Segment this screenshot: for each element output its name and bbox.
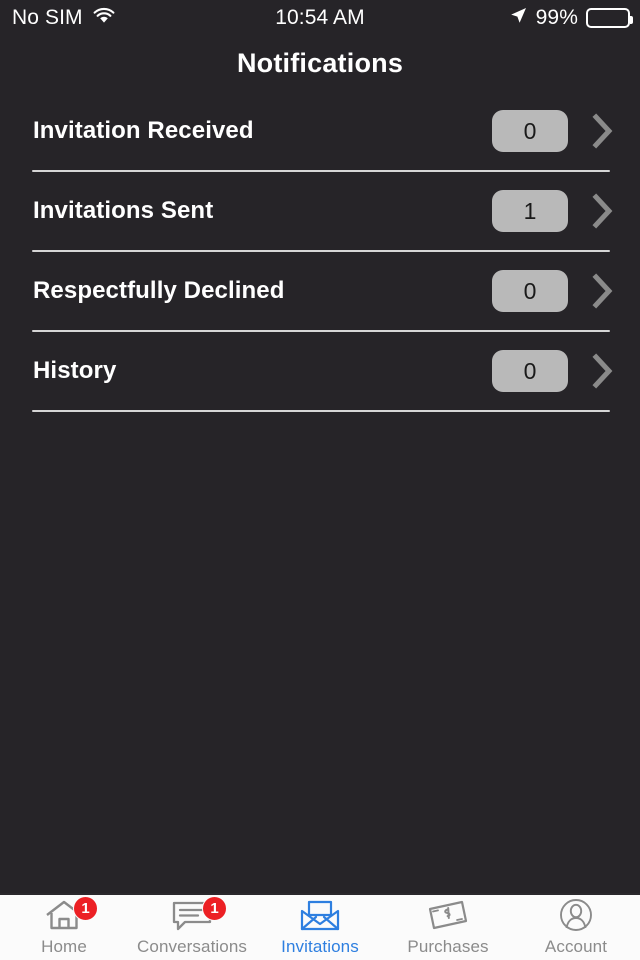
count-badge: 0 — [492, 110, 568, 152]
list-row-invitations-sent[interactable]: Invitations Sent 1 — [0, 172, 640, 250]
count-badge: 0 — [492, 350, 568, 392]
row-divider — [32, 410, 610, 412]
bottom-tab-bar: 1 Home 1 Conversations Invitations Purch… — [0, 893, 640, 960]
list-row-invitation-received[interactable]: Invitation Received 0 — [0, 92, 640, 170]
tab-account-label: Account — [544, 937, 608, 956]
tab-conversations-label: Conversations — [137, 937, 247, 956]
chevron-right-icon[interactable] — [590, 192, 616, 230]
page-title: Notifications — [236, 48, 404, 78]
chevron-right-icon[interactable] — [590, 112, 616, 150]
app-screen: No SIM 10:54 AM 99% Notifications Invita… — [0, 0, 640, 960]
tab-purchases-label: Purchases — [407, 937, 489, 956]
status-bar-right: 99% — [509, 6, 633, 30]
list-row-history[interactable]: History 0 — [0, 332, 640, 410]
list-row-label: Respectfully Declined — [33, 277, 285, 304]
list-row-label: Invitation Received — [33, 117, 254, 144]
battery-icon — [586, 8, 633, 28]
list-row-label: Invitations Sent — [33, 197, 214, 224]
tab-invitations-icon-wrap — [299, 900, 341, 934]
person-circle-icon — [558, 898, 594, 937]
count-badge: 1 — [492, 190, 568, 232]
tab-home-label: Home — [41, 937, 87, 956]
tab-invitations-label: Invitations — [281, 937, 359, 956]
chevron-right-icon[interactable] — [590, 352, 616, 390]
list-row-label: History — [33, 357, 117, 384]
notifications-list: Invitation Received 0 Invitations Sent 1… — [0, 92, 640, 412]
location-arrow-icon — [509, 6, 528, 30]
tab-purchases[interactable]: Purchases — [384, 895, 512, 960]
tab-account[interactable]: Account — [512, 895, 640, 960]
tab-conversations-icon-wrap: 1 — [171, 896, 227, 934]
tab-conversations[interactable]: 1 Conversations — [128, 895, 256, 960]
dollar-bill-icon — [426, 899, 470, 936]
tab-badge: 1 — [202, 896, 227, 921]
tab-account-icon-wrap — [558, 898, 594, 937]
tab-badge: 1 — [73, 896, 98, 921]
tab-home[interactable]: 1 Home — [0, 895, 128, 960]
open-envelope-icon — [299, 898, 341, 937]
tab-purchases-icon-wrap — [426, 900, 470, 934]
clock-label: 10:54 AM — [275, 6, 365, 29]
tab-home-icon-wrap: 1 — [44, 896, 98, 934]
chevron-right-icon[interactable] — [590, 272, 616, 310]
count-badge: 0 — [492, 270, 568, 312]
battery-percent-label: 99% — [535, 6, 578, 29]
tab-invitations[interactable]: Invitations — [256, 895, 384, 960]
list-row-respectfully-declined[interactable]: Respectfully Declined 0 — [0, 252, 640, 330]
status-bar: No SIM 10:54 AM 99% — [0, 0, 640, 36]
